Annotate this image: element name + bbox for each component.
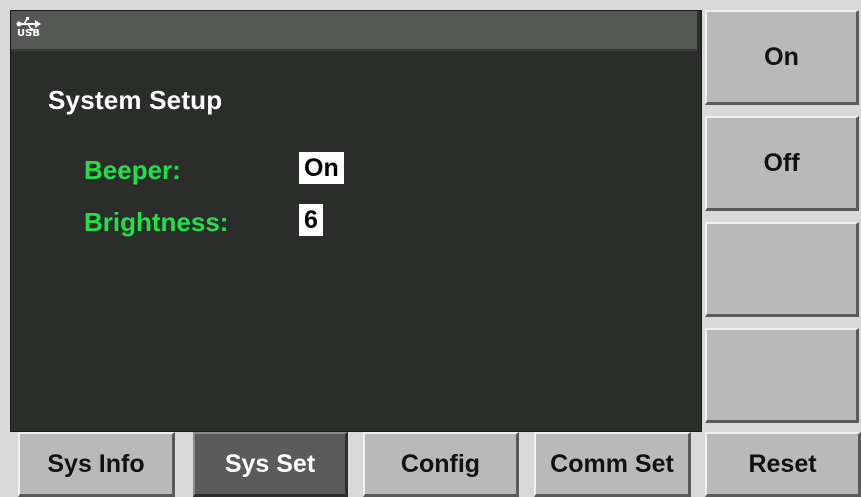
brightness-value[interactable]: 6 (299, 204, 323, 236)
softkey-panel: On Off (705, 10, 861, 430)
softkey-off[interactable]: Off (705, 116, 859, 211)
tab-comm-set[interactable]: Comm Set (534, 432, 691, 497)
reset-button[interactable]: Reset (705, 432, 861, 497)
display-screen: USB System Setup Beeper: On Brightness: … (10, 10, 702, 432)
brightness-label: Brightness: (84, 207, 229, 237)
softkey-3[interactable] (705, 222, 859, 317)
softkey-on[interactable]: On (705, 10, 859, 105)
page-title: System Setup (48, 85, 223, 115)
beeper-value[interactable]: On (299, 152, 344, 184)
usb-label: USB (17, 28, 40, 39)
tab-config[interactable]: Config (363, 432, 519, 497)
bottom-tab-bar: Sys Info Sys Set Config Comm Set Reset (0, 432, 861, 497)
softkey-4[interactable] (705, 328, 859, 423)
tab-sys-info[interactable]: Sys Info (18, 432, 175, 497)
status-bar: USB (11, 11, 697, 51)
beeper-label: Beeper: (84, 155, 181, 185)
tab-sys-set[interactable]: Sys Set (193, 432, 348, 497)
